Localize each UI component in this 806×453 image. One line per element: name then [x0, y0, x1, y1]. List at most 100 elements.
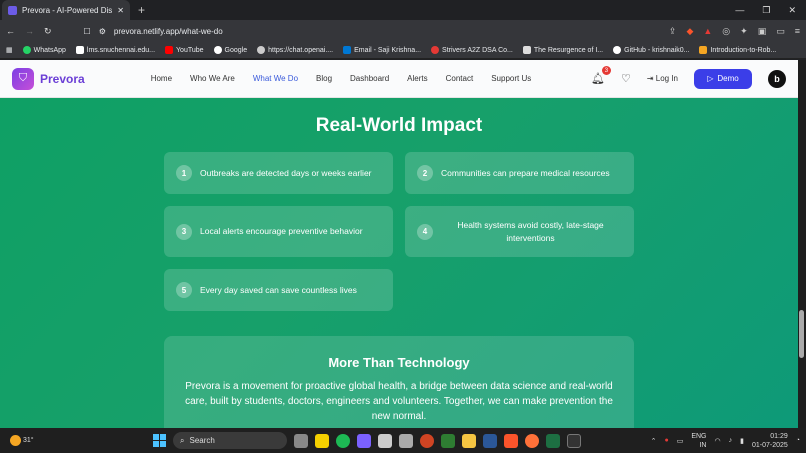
nav-what-we-do[interactable]: What We Do [253, 74, 298, 83]
bookmark-label: WhatsApp [33, 46, 66, 54]
impact-card: 2 Communities can prepare medical resour… [405, 152, 634, 194]
nav-blog[interactable]: Blog [316, 74, 332, 83]
impact-number: 3 [176, 223, 192, 240]
site-info-icon[interactable]: ⚙ [99, 27, 106, 36]
new-tab-button[interactable]: + [138, 3, 145, 17]
sticky-notes-icon[interactable] [315, 433, 329, 448]
nav-home[interactable]: Home [151, 74, 172, 83]
firefox-icon[interactable] [525, 433, 539, 448]
bookmark-item[interactable]: GitHub - krishnaik0... [613, 46, 689, 54]
sidebar-icon[interactable]: ▣ [758, 26, 767, 37]
brand-logo[interactable]: ⛉ Prevora [12, 67, 85, 90]
word-icon[interactable] [483, 433, 497, 448]
browser-tabbar: Prevora - AI-Powered Disease Pr ✕ + — ❐ … [0, 0, 806, 20]
taskbar-search[interactable]: ⌕ Search [173, 432, 287, 449]
impact-number: 4 [417, 223, 433, 240]
brand-name: Prevora [40, 71, 85, 86]
bookmark-item[interactable]: WhatsApp [22, 46, 66, 54]
chevron-up-icon[interactable]: ⌃ [651, 437, 657, 445]
wallet-icon[interactable]: ▭ [776, 26, 785, 37]
article-icon [522, 46, 531, 54]
login-link[interactable]: ⇥ Log In [647, 74, 678, 83]
notifications-icon[interactable]: ◔ [796, 437, 800, 444]
menu-icon[interactable]: ≡ [795, 26, 800, 37]
rewards-icon[interactable]: ▲ [703, 26, 712, 37]
reload-icon[interactable]: ↻ [44, 26, 52, 37]
heart-icon[interactable]: ♡ [621, 72, 631, 85]
folder-icon [699, 46, 708, 54]
bookmark-item[interactable]: Google [213, 46, 247, 54]
bookmark-item[interactable]: lms.snuchennai.edu... [75, 46, 156, 54]
bookmark-item[interactable]: Strivers A2Z DSA Co... [431, 46, 513, 54]
powerpoint-icon[interactable] [420, 433, 434, 448]
back-icon[interactable]: ← [6, 26, 15, 36]
impact-text: Outbreaks are detected days or weeks ear… [200, 167, 372, 178]
bookmark-item[interactable]: Email - Saji Krishna... [343, 46, 421, 54]
volume-icon[interactable]: ♪ [729, 437, 733, 444]
whatsapp-icon [22, 46, 31, 54]
task-view-icon[interactable] [294, 433, 308, 448]
close-tab-icon[interactable]: ✕ [117, 6, 124, 15]
tab-title: Prevora - AI-Powered Disease Pr [22, 5, 113, 15]
search-label: Search [189, 436, 215, 445]
date: 01-07-2025 [751, 441, 788, 449]
windows-start-icon[interactable] [153, 434, 166, 447]
extension-icon[interactable]: ◎ [722, 26, 730, 37]
url-box[interactable]: ☐ ⚙ prevora.netlify.app/what-we-do [76, 23, 496, 39]
close-window-button[interactable]: ✕ [788, 5, 796, 16]
avatar[interactable]: b [768, 69, 786, 88]
forward-icon[interactable]: → [25, 26, 34, 36]
nav-alerts[interactable]: Alerts [407, 74, 427, 83]
nav-contact[interactable]: Contact [446, 74, 474, 83]
battery-icon[interactable]: ▮ [740, 437, 744, 445]
impact-text: Health systems avoid costly, late-stage … [457, 219, 604, 243]
page-scrollbar[interactable] [798, 60, 806, 428]
tray-app-icon[interactable]: ● [664, 437, 668, 444]
share-icon[interactable]: ⇪ [669, 26, 677, 37]
wifi-icon[interactable]: ◠ [714, 437, 720, 445]
impact-text: Communities can prepare medical resource… [441, 167, 610, 178]
puzzle-icon[interactable]: ✦ [740, 26, 748, 37]
bell-icon[interactable]: 🔔︎ 3 [591, 66, 611, 85]
bookmark-star-icon[interactable]: ☐ [84, 27, 91, 36]
tray-app-icon[interactable]: ▭ [677, 437, 684, 445]
scrollbar-thumb[interactable] [799, 310, 804, 358]
clock[interactable]: 01:29 01-07-2025 [752, 432, 788, 450]
terminal-icon[interactable] [567, 433, 581, 448]
brave-shield-icon[interactable]: ◆ [686, 26, 693, 37]
notepad-icon[interactable] [378, 433, 392, 448]
photos-icon[interactable] [441, 433, 455, 448]
temperature: 31° [23, 437, 34, 444]
taskbar: 31° ⌕ Search ⌃ ● ▭ ENG IN ◠ ♪ ▮ 01:29 01… [0, 428, 806, 453]
demo-button[interactable]: ▷ Demo [694, 68, 752, 89]
weather-widget[interactable]: 31° [10, 435, 34, 446]
bookmark-label: lms.snuchennai.edu... [86, 46, 156, 54]
apps-grid-icon[interactable]: ▦ [6, 46, 13, 54]
file-explorer-icon[interactable] [462, 433, 476, 448]
spotify-icon[interactable] [336, 433, 350, 448]
bookmark-label: The Resurgence of I... [533, 46, 604, 54]
openai-icon [257, 46, 266, 54]
excel-icon[interactable] [546, 433, 560, 448]
brave-icon[interactable] [504, 433, 518, 448]
copilot-icon[interactable] [357, 433, 371, 448]
browser-tab[interactable]: Prevora - AI-Powered Disease Pr ✕ [2, 0, 130, 20]
url-text[interactable]: prevora.netlify.app/what-we-do [114, 27, 223, 36]
nav-dashboard[interactable]: Dashboard [350, 74, 389, 83]
language-indicator[interactable]: ENG IN [691, 432, 706, 450]
github-icon [613, 46, 622, 54]
bookmark-item[interactable]: https://chat.openai.... [257, 46, 333, 54]
bookmark-item[interactable]: Introduction-to-Rob... [699, 46, 776, 54]
youtube-icon [165, 46, 174, 54]
bookmark-item[interactable]: The Resurgence of I... [522, 46, 604, 54]
impact-number: 1 [176, 165, 192, 181]
minimize-button[interactable]: — [735, 5, 744, 15]
demo-label: Demo [717, 74, 739, 83]
bookmark-item[interactable]: YouTube [165, 46, 204, 54]
window-controls: — ❐ ✕ [735, 0, 806, 20]
restore-button[interactable]: ❐ [762, 5, 770, 16]
nav-support-us[interactable]: Support Us [491, 74, 531, 83]
camera-icon[interactable] [399, 433, 413, 448]
nav-who-we-are[interactable]: Who We Are [190, 74, 235, 83]
sun-icon [10, 435, 21, 446]
